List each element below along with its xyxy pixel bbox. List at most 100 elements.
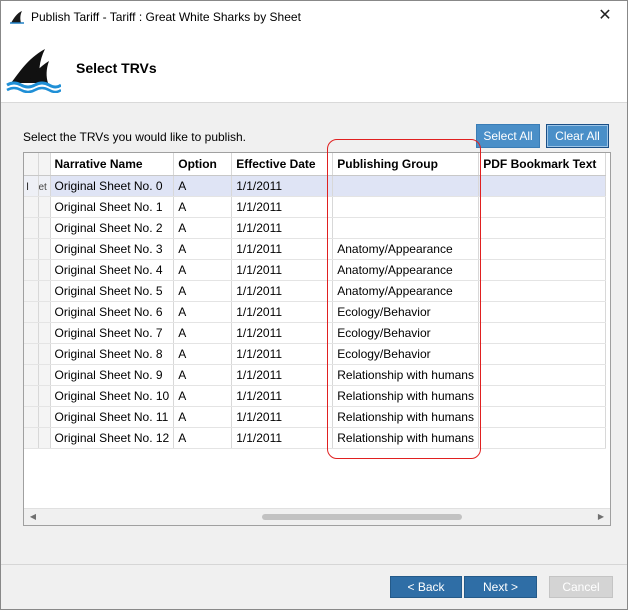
row-header-cell[interactable] xyxy=(24,259,39,281)
publishing-group-cell[interactable]: Anatomy/Appearance xyxy=(332,280,480,302)
table-row[interactable]: Original Sheet No. 10 A 1/1/2011 Relationsh… xyxy=(24,385,607,407)
row-header-cell[interactable] xyxy=(24,427,39,449)
publishing-group-cell[interactable]: Relationship with humans xyxy=(332,364,480,386)
option-cell[interactable]: A xyxy=(173,385,233,407)
row-header-cell[interactable] xyxy=(24,301,39,323)
column-header-effective-date[interactable]: Effective Date xyxy=(231,153,334,176)
narrative-name-cell[interactable]: Original Sheet No. 11 xyxy=(50,406,175,428)
table-row[interactable]: Original Sheet No. 9 A 1/1/2011 Relationshi… xyxy=(24,364,607,386)
pdf-bookmark-cell[interactable] xyxy=(478,280,607,302)
clear-all-button[interactable]: Clear All xyxy=(546,124,609,148)
row-header-cell[interactable] xyxy=(24,280,39,302)
option-cell[interactable]: A xyxy=(173,343,233,365)
publishing-group-cell[interactable]: Relationship with humans xyxy=(332,406,480,428)
row-header-cell[interactable] xyxy=(24,385,39,407)
pdf-bookmark-cell[interactable] xyxy=(478,238,607,260)
effective-date-cell[interactable]: 1/1/2011 xyxy=(231,364,334,386)
column-header-option[interactable]: Option xyxy=(173,153,233,176)
effective-date-cell[interactable]: 1/1/2011 xyxy=(231,238,334,260)
narrative-name-cell[interactable]: Original Sheet No. 8 xyxy=(50,343,175,365)
effective-date-cell[interactable]: 1/1/2011 xyxy=(231,175,334,197)
effective-date-cell[interactable]: 1/1/2011 xyxy=(231,343,334,365)
pdf-bookmark-cell[interactable] xyxy=(478,406,607,428)
pdf-bookmark-cell[interactable] xyxy=(478,343,607,365)
row-selector-cell[interactable] xyxy=(38,364,51,386)
narrative-name-cell[interactable]: Original Sheet No. 12 xyxy=(50,427,175,449)
effective-date-cell[interactable]: 1/1/2011 xyxy=(231,259,334,281)
row-selector-cell[interactable] xyxy=(38,280,51,302)
pdf-bookmark-cell[interactable] xyxy=(478,259,607,281)
table-row[interactable]: Original Sheet No. 6 A 1/1/2011 Ecology/Beh… xyxy=(24,301,607,323)
publishing-group-cell[interactable]: Ecology/Behavior xyxy=(332,343,480,365)
effective-date-cell[interactable]: 1/1/2011 xyxy=(231,427,334,449)
scroll-left-icon[interactable]: ◀ xyxy=(26,511,40,523)
publishing-group-cell[interactable]: Relationship with humans xyxy=(332,427,480,449)
narrative-name-cell[interactable]: Original Sheet No. 3 xyxy=(50,238,175,260)
narrative-name-cell[interactable]: Original Sheet No. 1 xyxy=(50,196,175,218)
column-header-narrative-name[interactable]: Narrative Name xyxy=(50,153,175,176)
effective-date-cell[interactable]: 1/1/2011 xyxy=(231,280,334,302)
row-selector-cell[interactable] xyxy=(38,196,51,218)
effective-date-cell[interactable]: 1/1/2011 xyxy=(231,196,334,218)
narrative-name-cell[interactable]: Original Sheet No. 9 xyxy=(50,364,175,386)
table-row[interactable]: Original Sheet No. 11 A 1/1/2011 Relationsh… xyxy=(24,406,607,428)
row-selector-cell[interactable] xyxy=(38,427,51,449)
publishing-group-cell[interactable] xyxy=(332,175,480,197)
option-cell[interactable]: A xyxy=(173,301,233,323)
pdf-bookmark-cell[interactable] xyxy=(478,301,607,323)
publishing-group-cell[interactable]: Anatomy/Appearance xyxy=(332,259,480,281)
row-header-cell[interactable] xyxy=(24,406,39,428)
cancel-button[interactable]: Cancel xyxy=(549,576,613,598)
effective-date-cell[interactable]: 1/1/2011 xyxy=(231,406,334,428)
scrollbar-thumb[interactable] xyxy=(262,514,462,520)
table-row[interactable]: Original Sheet No. 5 A 1/1/2011 Anatomy/App… xyxy=(24,280,607,302)
publishing-group-cell[interactable]: Anatomy/Appearance xyxy=(332,238,480,260)
publishing-group-cell[interactable] xyxy=(332,196,480,218)
close-icon[interactable]: ✕ xyxy=(583,1,627,31)
option-cell[interactable]: A xyxy=(173,175,233,197)
row-selector-cell[interactable] xyxy=(38,322,51,344)
narrative-name-cell[interactable]: Original Sheet No. 2 xyxy=(50,217,175,239)
option-cell[interactable]: A xyxy=(173,259,233,281)
effective-date-cell[interactable]: 1/1/2011 xyxy=(231,217,334,239)
row-selector-cell[interactable] xyxy=(38,385,51,407)
table-row[interactable]: Iet Original Sheet No. 0 A 1/1/2011 xyxy=(24,175,607,197)
table-row[interactable]: Original Sheet No. 4 A 1/1/2011 Anatomy/App… xyxy=(24,259,607,281)
option-cell[interactable]: A xyxy=(173,280,233,302)
option-cell[interactable]: A xyxy=(173,217,233,239)
horizontal-scrollbar[interactable]: ◀ ▶ xyxy=(24,508,610,525)
option-cell[interactable]: A xyxy=(173,406,233,428)
table-row[interactable]: Original Sheet No. 7 A 1/1/2011 Ecology/Beh… xyxy=(24,322,607,344)
narrative-name-cell[interactable]: Original Sheet No. 10 xyxy=(50,385,175,407)
row-selector-cell[interactable] xyxy=(38,406,51,428)
column-header-publishing-group[interactable]: Publishing Group xyxy=(332,153,480,176)
publishing-group-cell[interactable]: Relationship with humans xyxy=(332,385,480,407)
effective-date-cell[interactable]: 1/1/2011 xyxy=(231,322,334,344)
effective-date-cell[interactable]: 1/1/2011 xyxy=(231,385,334,407)
pdf-bookmark-cell[interactable] xyxy=(478,175,607,197)
table-row[interactable]: Original Sheet No. 3 A 1/1/2011 Anatomy/App… xyxy=(24,238,607,260)
publishing-group-cell[interactable]: Ecology/Behavior xyxy=(332,322,480,344)
row-header-cell[interactable]: I xyxy=(24,175,39,197)
pdf-bookmark-cell[interactable] xyxy=(478,217,607,239)
option-cell[interactable]: A xyxy=(173,196,233,218)
row-selector-cell[interactable] xyxy=(38,259,51,281)
publishing-group-cell[interactable]: Ecology/Behavior xyxy=(332,301,480,323)
row-header-cell[interactable] xyxy=(24,217,39,239)
row-header-cell[interactable] xyxy=(24,196,39,218)
publishing-group-cell[interactable] xyxy=(332,217,480,239)
pdf-bookmark-cell[interactable] xyxy=(478,196,607,218)
trv-grid[interactable]: Narrative Name Option Effective Date Pub… xyxy=(23,152,611,526)
pdf-bookmark-cell[interactable] xyxy=(478,322,607,344)
option-cell[interactable]: A xyxy=(173,238,233,260)
table-row[interactable]: Original Sheet No. 1 A 1/1/2011 xyxy=(24,196,607,218)
narrative-name-cell[interactable]: Original Sheet No. 4 xyxy=(50,259,175,281)
next-button[interactable]: Next > xyxy=(464,576,537,598)
option-cell[interactable]: A xyxy=(173,427,233,449)
row-selector-cell[interactable]: et xyxy=(38,175,51,197)
option-cell[interactable]: A xyxy=(173,322,233,344)
column-header-pdf-bookmark-text[interactable]: PDF Bookmark Text xyxy=(478,153,607,176)
row-header-cell[interactable] xyxy=(24,364,39,386)
select-all-button[interactable]: Select All xyxy=(476,124,540,148)
narrative-name-cell[interactable]: Original Sheet No. 6 xyxy=(50,301,175,323)
